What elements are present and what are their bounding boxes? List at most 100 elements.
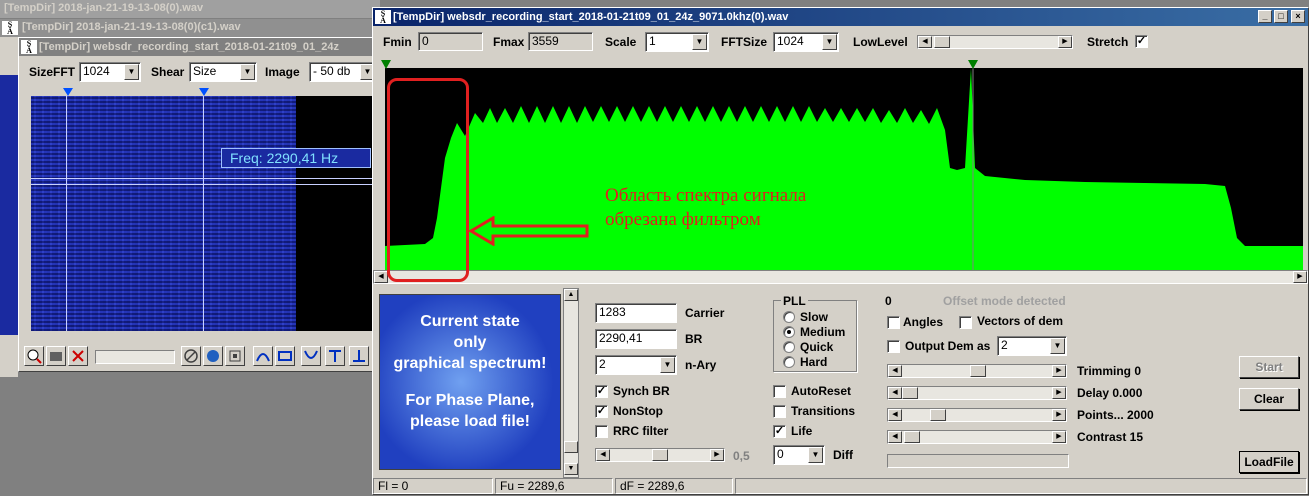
marker-right-icon[interactable]: [968, 60, 978, 69]
fftsize-select[interactable]: 1024 ▼: [773, 32, 839, 52]
output-dem-select[interactable]: 2 ▼: [997, 336, 1067, 356]
pll-medium-radio[interactable]: [783, 326, 795, 338]
count-value: 0: [885, 294, 892, 308]
sizefft-select[interactable]: 1024 ▼: [79, 62, 141, 82]
stretch-checkbox[interactable]: ✓: [1135, 35, 1148, 48]
nonstop-checkbox[interactable]: ✓: [595, 405, 608, 418]
vectors-label: Vectors of dem: [977, 314, 1064, 328]
info-panel-scrollbar[interactable]: ▲ ▼: [563, 288, 579, 478]
slider-thumb[interactable]: [902, 387, 918, 399]
slider-thumb[interactable]: [904, 431, 920, 443]
delay-slider[interactable]: ◀ ▶: [887, 386, 1067, 400]
angles-checkbox[interactable]: [887, 316, 900, 329]
rectangle-icon[interactable]: [275, 346, 295, 366]
pll-quick-radio[interactable]: [783, 341, 795, 353]
minimize-button[interactable]: _: [1258, 10, 1272, 23]
arrow-down-icon[interactable]: ▼: [564, 463, 578, 475]
start-button[interactable]: Start: [1239, 356, 1299, 378]
pll-medium-label: Medium: [800, 325, 846, 339]
lowlevel-slider[interactable]: ◀ ▶: [917, 35, 1073, 49]
slider-thumb[interactable]: [930, 409, 946, 421]
arrow-left-icon[interactable]: ◀: [888, 431, 902, 443]
spectrogram-canvas[interactable]: [31, 96, 377, 331]
pll-slow-radio[interactable]: [783, 311, 795, 323]
clear-button[interactable]: Clear: [1239, 388, 1299, 410]
chevron-down-icon: ▼: [660, 357, 675, 373]
arrow-up-icon[interactable]: ▲: [564, 289, 578, 301]
autoreset-checkbox[interactable]: [773, 385, 786, 398]
image-label: Image: [265, 65, 300, 79]
chevron-down-icon: ▼: [808, 447, 823, 463]
carrier-field[interactable]: 1283: [595, 303, 677, 323]
slider-thumb[interactable]: [934, 36, 950, 48]
status-fu: Fu = 2289,6: [495, 478, 613, 494]
image-select[interactable]: - 50 db ▼: [309, 62, 377, 82]
annotation-arrow: [469, 216, 589, 246]
scale-select[interactable]: 1 ▼: [645, 32, 709, 52]
loadfile-button[interactable]: LoadFile: [1239, 451, 1299, 473]
info-panel: Current state only graphical spectrum! F…: [379, 294, 561, 470]
arrow-right-icon[interactable]: ▶: [1052, 431, 1066, 443]
stop-icon[interactable]: [225, 346, 245, 366]
pll-hard-radio[interactable]: [783, 356, 795, 368]
points-slider[interactable]: ◀ ▶: [887, 408, 1067, 422]
slider-thumb[interactable]: [652, 449, 668, 461]
arrow-left-icon[interactable]: ◀: [918, 36, 932, 48]
chevron-down-icon: ▼: [124, 64, 139, 80]
carrier-label: Carrier: [685, 306, 725, 320]
arrow-right-icon[interactable]: ▶: [1058, 36, 1072, 48]
chevron-down-icon: ▼: [692, 34, 707, 50]
transitions-checkbox[interactable]: [773, 405, 786, 418]
disable-icon[interactable]: [181, 346, 201, 366]
arrow-left-icon[interactable]: ◀: [888, 387, 902, 399]
lowlevel-label: LowLevel: [853, 35, 908, 49]
chevron-down-icon: ▼: [240, 64, 255, 80]
folder-icon[interactable]: [46, 346, 66, 366]
zoom-in-icon[interactable]: [24, 346, 44, 366]
speaker-icon[interactable]: [203, 346, 223, 366]
output-dem-checkbox[interactable]: [887, 340, 900, 353]
trimming-slider[interactable]: ◀ ▶: [887, 364, 1067, 378]
shear-select[interactable]: Size ▼: [189, 62, 257, 82]
br-field[interactable]: 2290,41: [595, 329, 677, 349]
rrc-filter-checkbox[interactable]: [595, 425, 608, 438]
rolloff-slider[interactable]: ◀ ▶: [595, 448, 725, 462]
synch-br-checkbox[interactable]: ✓: [595, 385, 608, 398]
scroll-thumb[interactable]: [564, 441, 578, 453]
arrow-right-icon[interactable]: ▶: [710, 449, 724, 461]
align-top-icon[interactable]: [325, 346, 345, 366]
fmax-label: Fmax: [493, 35, 525, 49]
arch-icon[interactable]: [253, 346, 273, 366]
maximize-button[interactable]: □: [1274, 10, 1288, 23]
arrow-right-icon[interactable]: ▶: [1052, 409, 1066, 421]
cursor-marker-2-icon[interactable]: [199, 88, 209, 96]
arrow-left-icon[interactable]: ◀: [596, 449, 610, 461]
spectrum-scrollbar[interactable]: ◀ ▶: [373, 270, 1308, 284]
fmin-field[interactable]: 0: [418, 32, 483, 51]
valley-icon[interactable]: [301, 346, 321, 366]
slider-thumb[interactable]: [970, 365, 986, 377]
arrow-left-icon[interactable]: ◀: [374, 271, 388, 283]
delay-label: Delay 0.000: [1077, 386, 1143, 400]
vectors-checkbox[interactable]: [959, 316, 972, 329]
arrow-left-icon[interactable]: ◀: [888, 409, 902, 421]
spectrogram-window-title: [TempDir] websdr_recording_start_2018-01…: [39, 41, 339, 53]
arrow-right-icon[interactable]: ▶: [1052, 387, 1066, 399]
contrast-slider[interactable]: ◀ ▶: [887, 430, 1067, 444]
diff-select[interactable]: 0 ▼: [773, 445, 825, 465]
life-checkbox[interactable]: ✓: [773, 425, 786, 438]
arrow-right-icon[interactable]: ▶: [1052, 365, 1066, 377]
pll-label: PLL: [781, 294, 808, 308]
toolbar-slider[interactable]: [95, 350, 175, 364]
cursor-marker-1-icon[interactable]: [63, 88, 73, 96]
spectrogram-window: SÄ [TempDir] websdr_recording_start_2018…: [18, 37, 378, 372]
nary-select[interactable]: 2 ▼: [595, 355, 677, 375]
delete-icon[interactable]: [68, 346, 88, 366]
marker-left-icon[interactable]: [381, 60, 391, 69]
arrow-right-icon[interactable]: ▶: [1293, 271, 1307, 283]
align-bottom-icon[interactable]: [349, 346, 369, 366]
close-button[interactable]: ×: [1291, 10, 1305, 23]
app-logo-icon: SÄ: [2, 21, 18, 36]
fmax-field[interactable]: 3559: [528, 32, 593, 51]
arrow-left-icon[interactable]: ◀: [888, 365, 902, 377]
